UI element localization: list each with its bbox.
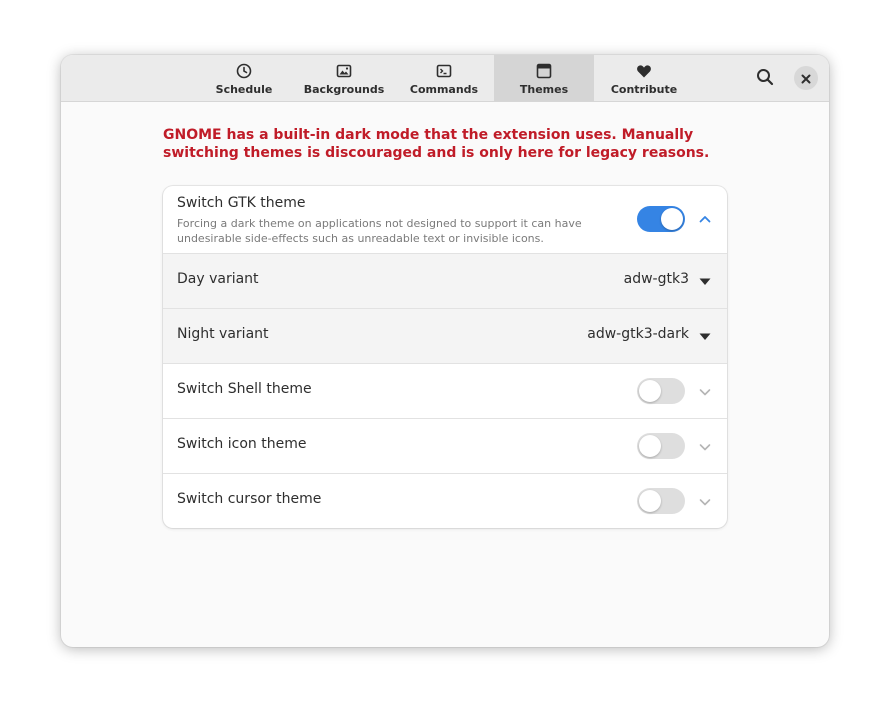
- day-variant-value[interactable]: adw-gtk3: [624, 271, 689, 287]
- gtk-theme-row[interactable]: Switch GTK theme Forcing a dark theme on…: [163, 186, 727, 254]
- view-switcher: Schedule Backgrounds Commands Themes Con…: [194, 55, 694, 101]
- tab-label: Commands: [409, 83, 479, 96]
- shell-theme-title: Switch Shell theme: [177, 381, 312, 397]
- night-variant-row[interactable]: Night variant adw-gtk3-dark: [163, 309, 727, 364]
- dropdown-arrow-icon[interactable]: [699, 333, 711, 341]
- tab-label: Themes: [519, 83, 569, 96]
- shell-theme-row[interactable]: Switch Shell theme: [163, 364, 727, 419]
- shell-theme-switch[interactable]: [637, 378, 685, 404]
- tab-label: Backgrounds: [303, 83, 385, 96]
- night-variant-label: Night variant: [177, 326, 269, 342]
- tab-schedule[interactable]: Schedule: [194, 55, 294, 101]
- image-icon: [335, 62, 353, 80]
- search-button[interactable]: [753, 67, 777, 91]
- terminal-icon: [435, 62, 453, 80]
- tab-label: Schedule: [215, 83, 273, 96]
- cursor-theme-switch[interactable]: [637, 488, 685, 514]
- day-variant-label: Day variant: [177, 271, 259, 287]
- tab-themes[interactable]: Themes: [494, 55, 594, 101]
- cursor-theme-title: Switch cursor theme: [177, 491, 322, 507]
- tab-label: Contribute: [610, 83, 678, 96]
- search-icon: [756, 68, 774, 90]
- heart-icon: [635, 62, 653, 80]
- gtk-theme-switch[interactable]: [637, 206, 685, 232]
- window-icon: [535, 62, 553, 80]
- gtk-theme-subtitle: Forcing a dark theme on applications not…: [177, 217, 582, 245]
- cursor-theme-row[interactable]: Switch cursor theme: [163, 474, 727, 528]
- tab-contribute[interactable]: Contribute: [594, 55, 694, 101]
- chevron-up-icon[interactable]: [697, 211, 713, 227]
- clock-icon: [235, 62, 253, 80]
- preferences-window: Schedule Backgrounds Commands Themes Con…: [61, 55, 829, 647]
- legacy-warning-text: GNOME has a built-in dark mode that the …: [163, 127, 710, 161]
- close-button[interactable]: [794, 66, 818, 90]
- day-variant-row[interactable]: Day variant adw-gtk3: [163, 254, 727, 309]
- tab-commands[interactable]: Commands: [394, 55, 494, 101]
- icon-theme-row[interactable]: Switch icon theme: [163, 419, 727, 474]
- theme-settings-list: Switch GTK theme Forcing a dark theme on…: [163, 186, 727, 528]
- chevron-down-icon[interactable]: [697, 439, 713, 455]
- icon-theme-title: Switch icon theme: [177, 436, 307, 452]
- tab-backgrounds[interactable]: Backgrounds: [294, 55, 394, 101]
- icon-theme-switch[interactable]: [637, 433, 685, 459]
- gtk-theme-title: Switch GTK theme: [177, 195, 306, 211]
- night-variant-value[interactable]: adw-gtk3-dark: [587, 326, 689, 342]
- chevron-down-icon[interactable]: [697, 494, 713, 510]
- close-icon: [801, 69, 811, 88]
- chevron-down-icon[interactable]: [697, 384, 713, 400]
- headerbar: Schedule Backgrounds Commands Themes Con…: [61, 55, 829, 102]
- dropdown-arrow-icon[interactable]: [699, 278, 711, 286]
